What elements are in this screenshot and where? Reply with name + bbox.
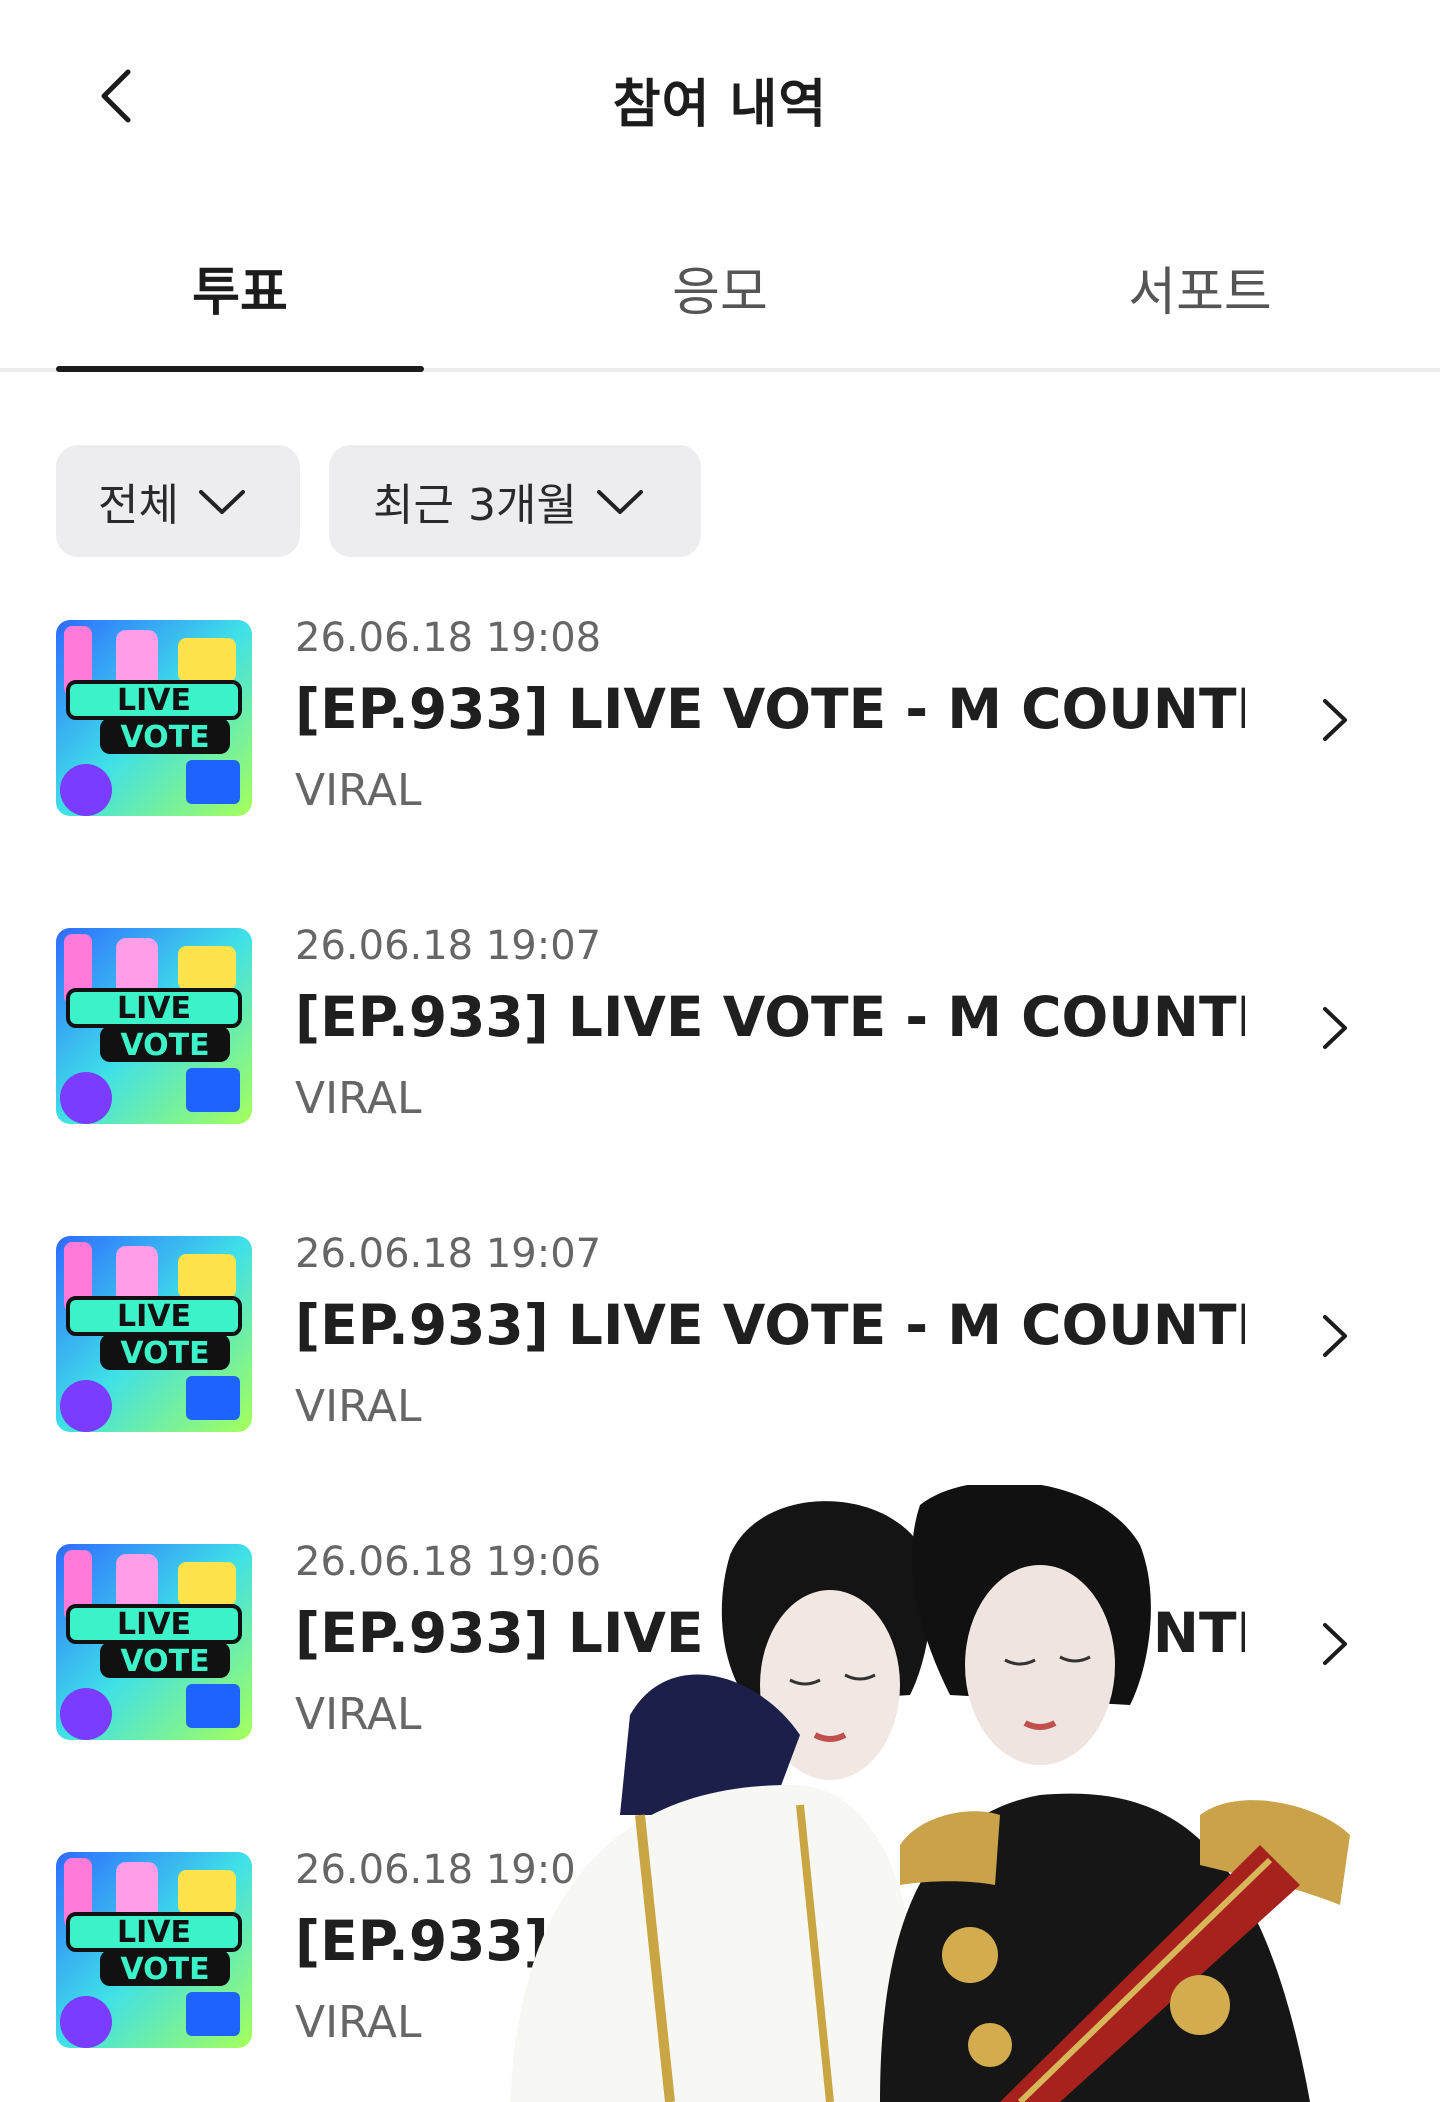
chevron-down-icon bbox=[596, 490, 643, 514]
thumb-text-line2: VOTE bbox=[120, 720, 209, 755]
list-item[interactable]: LIVE VOTE 26.06.18 19:07 [EP.933] LIVE V… bbox=[0, 923, 1440, 1153]
vote-date: 26.06.18 19:07 bbox=[295, 923, 602, 969]
live-vote-thumbnail: LIVE VOTE bbox=[56, 1236, 252, 1432]
thumb-text-line1: LIVE bbox=[117, 1299, 191, 1334]
vote-artist: VIRAL bbox=[295, 1073, 422, 1124]
overlay-photo bbox=[510, 1485, 1350, 2102]
vote-artist: VIRAL bbox=[295, 1381, 422, 1432]
thumb-text-line1: LIVE bbox=[117, 683, 191, 718]
tab-apply[interactable]: 응모 bbox=[480, 250, 960, 325]
list-item[interactable]: LIVE VOTE 26.06.18 19:08 [EP.933] LIVE V… bbox=[0, 615, 1440, 845]
vote-title: [EP.933] LIVE VOTE - M COUNTDO... bbox=[295, 985, 1245, 1049]
list-item[interactable]: LIVE VOTE 26.06.18 19:07 [EP.933] LIVE V… bbox=[0, 1231, 1440, 1461]
thumb-text-line1: LIVE bbox=[117, 991, 191, 1026]
thumb-text-line2: VOTE bbox=[120, 1644, 209, 1679]
tab-bar: 투표 응모 서포트 bbox=[0, 230, 1440, 372]
period-filter-dropdown[interactable]: 최근 3개월 bbox=[329, 445, 701, 557]
live-vote-thumbnail: LIVE VOTE bbox=[56, 928, 252, 1124]
vote-title: [EP.933] LIVE VOTE - M COUNTDO... bbox=[295, 1293, 1245, 1357]
vote-date: 26.06.18 19:08 bbox=[295, 615, 602, 661]
page-title: 참여 내역 bbox=[612, 75, 828, 135]
thumb-text-line2: VOTE bbox=[120, 1952, 209, 1987]
header: 참여 내역 bbox=[0, 0, 1440, 200]
vote-artist: VIRAL bbox=[295, 765, 422, 816]
vote-artist: VIRAL bbox=[295, 1689, 422, 1740]
thumb-text-line1: LIVE bbox=[117, 1915, 191, 1950]
live-vote-thumbnail: LIVE VOTE bbox=[56, 1852, 252, 2048]
active-tab-indicator bbox=[56, 366, 424, 372]
thumb-text-line1: LIVE bbox=[117, 1607, 191, 1642]
chevron-right-icon bbox=[1323, 1007, 1347, 1049]
tab-support[interactable]: 서포트 bbox=[960, 250, 1440, 325]
live-vote-thumbnail: LIVE VOTE bbox=[56, 1544, 252, 1740]
vote-date: 26.06.18 19:07 bbox=[295, 1231, 602, 1277]
period-filter-label: 최근 3개월 bbox=[373, 480, 577, 531]
vote-title: [EP.933] LIVE VOTE - M COUNTDO... bbox=[295, 677, 1245, 741]
type-filter-label: 전체 bbox=[98, 480, 179, 531]
thumb-text-line2: VOTE bbox=[120, 1336, 209, 1371]
thumb-text-line2: VOTE bbox=[120, 1028, 209, 1063]
chevron-down-icon bbox=[198, 490, 245, 514]
type-filter-dropdown[interactable]: 전체 bbox=[56, 445, 300, 557]
chevron-right-icon bbox=[1323, 699, 1347, 741]
vote-artist: VIRAL bbox=[295, 1997, 422, 2048]
tab-vote[interactable]: 투표 bbox=[0, 250, 480, 325]
chevron-right-icon bbox=[1323, 1315, 1347, 1357]
live-vote-thumbnail: LIVE VOTE bbox=[56, 620, 252, 816]
